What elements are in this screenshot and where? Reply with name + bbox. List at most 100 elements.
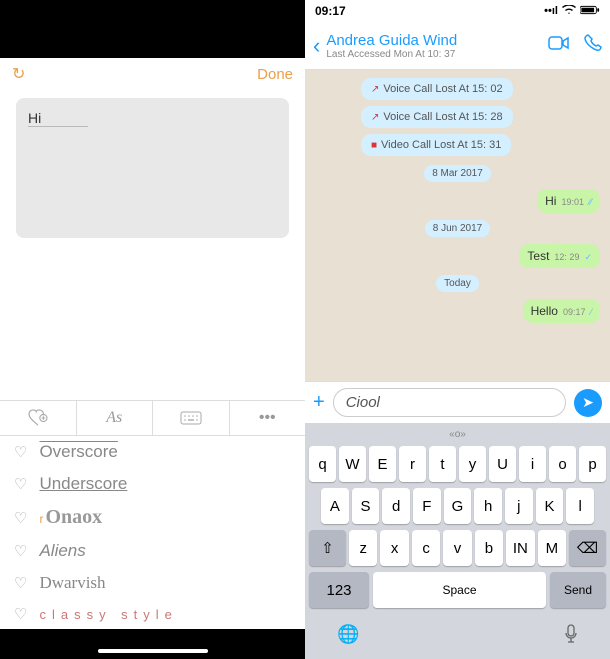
key-u[interactable]: U xyxy=(489,446,516,482)
message-text: Test xyxy=(527,249,549,263)
status-bar: 09:17 ••ıl xyxy=(305,0,610,22)
date-separator: 8 Jun 2017 xyxy=(425,220,491,237)
key-j[interactable]: j xyxy=(505,488,533,524)
heart-icon[interactable]: ♡ xyxy=(14,509,27,527)
font-label: Overscore xyxy=(39,442,117,462)
key-n[interactable]: IN xyxy=(506,530,534,566)
keyboard-row-3: ⇧ z x c v b IN M ⌫ xyxy=(309,530,606,566)
send-button[interactable]: ➤ xyxy=(574,389,602,417)
key-q[interactable]: q xyxy=(309,446,336,482)
call-text: Voice Call Lost At 15: 02 xyxy=(383,83,502,95)
done-button[interactable]: Done xyxy=(257,66,293,83)
keyboard-footer: 🌐 xyxy=(309,614,606,655)
status-time: 09:17 xyxy=(315,4,346,18)
key-i[interactable]: i xyxy=(519,446,546,482)
note-content: Hi xyxy=(28,110,88,127)
key-r[interactable]: r xyxy=(399,446,426,482)
font-item-underscore[interactable]: ♡ Underscore xyxy=(0,468,305,500)
call-event[interactable]: ↗ Voice Call Lost At 15: 02 xyxy=(361,78,513,100)
heart-icon[interactable]: ♡ xyxy=(14,574,27,592)
key-s[interactable]: S xyxy=(352,488,380,524)
message-time: 12: 29 xyxy=(554,252,579,262)
font-item-dwarvish[interactable]: ♡ Dwarvish xyxy=(0,567,305,599)
key-f[interactable]: F xyxy=(413,488,441,524)
font-item-classy[interactable]: ♡ classy style xyxy=(0,599,305,629)
date-separator: Today xyxy=(436,275,479,292)
backspace-key[interactable]: ⌫ xyxy=(569,530,606,566)
call-text: Video Call Lost At 15: 31 xyxy=(381,139,501,151)
heart-icon[interactable]: ♡ xyxy=(14,605,27,623)
keyboard-icon[interactable] xyxy=(153,401,230,435)
message-out[interactable]: Hello 09:17 ⁄ xyxy=(523,299,600,323)
message-time: 09:17 xyxy=(563,307,586,317)
font-label: rOnaox xyxy=(39,506,102,529)
call-text: Voice Call Lost At 15: 28 xyxy=(383,111,502,123)
attach-icon[interactable]: + xyxy=(313,391,325,414)
message-out[interactable]: Test 12: 29 ✓ xyxy=(519,244,600,268)
mic-icon[interactable] xyxy=(564,624,578,649)
bottom-bar xyxy=(0,629,305,659)
message-input[interactable]: Ciool xyxy=(333,388,566,417)
font-item-aliens[interactable]: ♡ Aliens xyxy=(0,535,305,567)
key-b[interactable]: b xyxy=(475,530,503,566)
key-h[interactable]: h xyxy=(474,488,502,524)
heart-icon[interactable]: ♡ xyxy=(14,542,27,560)
key-g[interactable]: G xyxy=(444,488,472,524)
keyboard-hint: «o» xyxy=(309,427,606,446)
video-call-icon[interactable] xyxy=(548,34,570,57)
key-x[interactable]: x xyxy=(380,530,408,566)
key-w[interactable]: W xyxy=(339,446,366,482)
chat-header: ‹ Andrea Guida Wind Last Accessed Mon At… xyxy=(305,22,610,70)
key-p[interactable]: p xyxy=(579,446,606,482)
status-icons: ••ıl xyxy=(544,5,600,18)
numeric-key[interactable]: 123 xyxy=(309,572,369,608)
key-z[interactable]: z xyxy=(349,530,377,566)
space-key[interactable]: Space xyxy=(373,572,546,608)
key-k[interactable]: K xyxy=(536,488,564,524)
back-icon[interactable]: ‹ xyxy=(313,33,320,59)
heart-icon[interactable]: ♡ xyxy=(14,443,27,461)
refresh-icon[interactable]: ↻ xyxy=(12,64,25,84)
note-textarea[interactable]: Hi xyxy=(16,98,289,238)
left-black-top xyxy=(0,0,305,58)
favorite-add-icon[interactable] xyxy=(0,401,77,435)
key-c[interactable]: c xyxy=(412,530,440,566)
key-o[interactable]: o xyxy=(549,446,576,482)
call-event[interactable]: ↗ Voice Call Lost At 15: 28 xyxy=(361,106,513,128)
keyboard: «o» q W E r t y U i o p A S d F G h j K … xyxy=(305,423,610,659)
message-out[interactable]: Hi 19:01 ⁄⁄ xyxy=(537,189,600,213)
key-t[interactable]: t xyxy=(429,446,456,482)
contact-info[interactable]: Andrea Guida Wind Last Accessed Mon At 1… xyxy=(326,32,542,60)
message-input-bar: + Ciool ➤ xyxy=(305,381,610,423)
home-indicator[interactable] xyxy=(98,649,208,653)
text-style-button[interactable]: As xyxy=(77,401,154,435)
key-a[interactable]: A xyxy=(321,488,349,524)
shift-key[interactable]: ⇧ xyxy=(309,530,346,566)
globe-icon[interactable]: 🌐 xyxy=(337,624,359,649)
key-v[interactable]: v xyxy=(443,530,471,566)
key-y[interactable]: y xyxy=(459,446,486,482)
keyboard-send-key[interactable]: Send xyxy=(550,572,606,608)
chat-area[interactable]: ↗ Voice Call Lost At 15: 02 ↗ Voice Call… xyxy=(305,70,610,381)
font-toolbar: As ••• xyxy=(0,400,305,436)
font-label: classy style xyxy=(39,607,177,622)
font-label: Aliens xyxy=(39,541,85,561)
date-separator: 8 Mar 2017 xyxy=(424,165,491,182)
font-item-overscore[interactable]: ♡ Overscore xyxy=(0,436,305,468)
call-event[interactable]: ■ Video Call Lost At 15: 31 xyxy=(361,134,511,156)
keyboard-row-2: A S d F G h j K l xyxy=(309,488,606,524)
read-checks-icon: ✓ xyxy=(584,252,592,263)
key-m[interactable]: M xyxy=(538,530,566,566)
voice-call-icon[interactable] xyxy=(584,34,602,57)
message-time: 19:01 xyxy=(561,197,584,207)
message-text: Hello xyxy=(531,304,558,318)
call-lost-icon: ↗ xyxy=(371,84,379,95)
heart-icon[interactable]: ♡ xyxy=(14,475,27,493)
key-d[interactable]: d xyxy=(382,488,410,524)
more-button[interactable]: ••• xyxy=(230,401,306,435)
read-checks-icon: ⁄ xyxy=(590,307,592,317)
key-e[interactable]: E xyxy=(369,446,396,482)
key-l[interactable]: l xyxy=(566,488,594,524)
keyboard-row-4: 123 Space Send xyxy=(309,572,606,608)
font-item-onaox[interactable]: ♡ rOnaox xyxy=(0,500,305,535)
